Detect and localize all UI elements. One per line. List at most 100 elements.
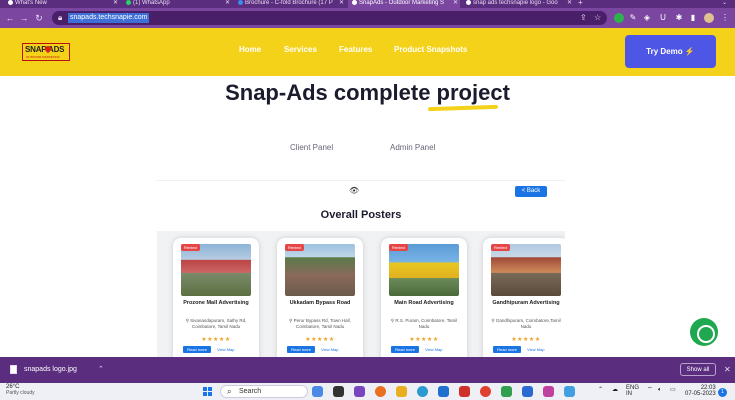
- tab-whats-new[interactable]: What's New ✕: [0, 0, 120, 8]
- windows-start-icon[interactable]: [203, 387, 213, 397]
- extension-icon[interactable]: U: [658, 13, 668, 23]
- tab-whatsapp[interactable]: (1) WhatsApp ✕: [122, 0, 232, 8]
- try-demo-button[interactable]: Try Demo ⚡: [625, 35, 716, 68]
- search-icon: ⌕: [227, 387, 232, 396]
- back-arrow-icon[interactable]: ←: [4, 12, 16, 24]
- file-explorer-icon[interactable]: [396, 386, 407, 397]
- taskbar-app-icon[interactable]: [522, 386, 533, 397]
- nav-product-snapshots[interactable]: Product Snapshots: [394, 45, 467, 54]
- star-rating: ★★★★★: [201, 337, 231, 343]
- page-title: Snap-Ads complete project: [225, 80, 510, 105]
- nav-features[interactable]: Features: [339, 45, 372, 54]
- rented-badge: Rented: [181, 244, 200, 251]
- poster-card[interactable]: Rented Main Road Advertising ⚲ R.S. Pura…: [381, 238, 467, 358]
- extensions-puzzle-icon[interactable]: ✱: [674, 13, 684, 23]
- poster-image: [491, 244, 561, 296]
- forward-arrow-icon[interactable]: →: [18, 12, 30, 24]
- show-all-button[interactable]: Show all: [680, 363, 716, 376]
- read-more-button[interactable]: Read more: [493, 346, 521, 353]
- read-more-button[interactable]: Read more: [287, 346, 315, 353]
- chrome-icon[interactable]: [480, 386, 491, 397]
- tab-search-icon[interactable]: ⌄: [722, 0, 732, 8]
- lock-icon[interactable]: 🔒︎: [58, 13, 62, 23]
- chevron-up-icon[interactable]: ⌃: [98, 365, 104, 373]
- address-bar[interactable]: 🔒︎ snapads.techsnapie.com ⇪ ☆: [52, 11, 607, 25]
- site-header: SNAP ADS OUTDOOR MARKETING Home Services…: [0, 28, 735, 76]
- poster-card[interactable]: Rented Ukkadam Bypass Road ⚲ Perur Bypas…: [277, 238, 363, 358]
- store-icon[interactable]: [438, 386, 449, 397]
- poster-image: [181, 244, 251, 296]
- overall-posters-heading: Overall Posters: [320, 209, 402, 221]
- share-icon[interactable]: ⇪: [580, 13, 587, 22]
- profile-avatar[interactable]: [704, 13, 714, 23]
- tab-close-icon[interactable]: ✕: [225, 0, 230, 6]
- extension-icon[interactable]: ✎: [628, 13, 638, 23]
- view-map-link[interactable]: View Map: [527, 346, 545, 353]
- language-indicator[interactable]: ENG IN: [626, 385, 639, 397]
- extension-icon[interactable]: [614, 13, 624, 23]
- nav-services[interactable]: Services: [284, 45, 317, 54]
- url-text[interactable]: snapads.techsnapie.com: [68, 13, 150, 23]
- taskbar-app-icon[interactable]: [312, 386, 323, 397]
- browser-menu-icon[interactable]: ⋮: [720, 13, 730, 23]
- edge-icon[interactable]: [417, 386, 428, 397]
- battery-icon[interactable]: ▭: [670, 387, 676, 393]
- close-icon[interactable]: ✕: [724, 365, 731, 374]
- taskbar-app-icon[interactable]: [501, 386, 512, 397]
- snapads-logo[interactable]: SNAP ADS OUTDOOR MARKETING: [22, 43, 70, 61]
- poster-image: [389, 244, 459, 296]
- poster-image: [285, 244, 355, 296]
- view-map-link[interactable]: View Map: [425, 346, 443, 353]
- clock[interactable]: 22:03 07-05-2023: [685, 385, 716, 397]
- windows-taskbar: 26°C Partly cloudy ⌕ Search ⌃ ☁︎ ENG IN …: [0, 383, 735, 400]
- wifi-icon[interactable]: ⌔: [647, 387, 653, 393]
- poster-card[interactable]: Rented Prozone Mall Advertising ⚲ Sivana…: [173, 238, 259, 358]
- bookmark-star-icon[interactable]: ☆: [594, 13, 601, 22]
- download-item[interactable]: snapads logo.jpg: [24, 366, 77, 373]
- reload-icon[interactable]: ↻: [33, 12, 45, 24]
- chevron-up-icon[interactable]: ⌃: [598, 387, 603, 393]
- back-button[interactable]: < Back: [515, 186, 547, 197]
- task-view-icon[interactable]: [333, 386, 344, 397]
- extension-icon[interactable]: ◈: [642, 13, 652, 23]
- tab-brochure[interactable]: Brochure - C-fold Brochure (17 P ✕: [234, 0, 346, 8]
- tab-client-panel[interactable]: Client Panel: [290, 143, 333, 152]
- google-icon: [466, 0, 471, 5]
- taskbar-app-icon[interactable]: [354, 386, 365, 397]
- tab-close-icon[interactable]: ✕: [567, 0, 572, 6]
- view-map-link[interactable]: View Map: [321, 346, 339, 353]
- tab-google-search[interactable]: snap ads techsnapie logo - Goo ✕: [462, 0, 574, 8]
- taskbar-app-icon[interactable]: [459, 386, 470, 397]
- firefox-icon[interactable]: [375, 386, 386, 397]
- volume-icon[interactable]: 🔈︎: [658, 387, 662, 393]
- location-pin-icon: ⚲: [185, 318, 189, 323]
- card-title: Ukkadam Bypass Road: [289, 300, 351, 306]
- taskbar-app-icon[interactable]: [564, 386, 575, 397]
- tab-close-icon[interactable]: ✕: [339, 0, 344, 6]
- read-more-button[interactable]: Read more: [391, 346, 419, 353]
- card-title: Prozone Mall Advertising: [183, 300, 249, 306]
- tab-snapads[interactable]: SnapAds - Outdoor Marketing S ✕: [348, 0, 460, 8]
- rented-badge: Rented: [389, 244, 408, 251]
- tab-admin-panel[interactable]: Admin Panel: [390, 143, 435, 152]
- tab-favicon-icon: [8, 0, 13, 5]
- cloud-icon[interactable]: ☁︎: [612, 387, 618, 393]
- read-more-button[interactable]: Read more: [183, 346, 211, 353]
- card-address: ⚲ Perur Bypass Rd, Town Hall, Coimbatore…: [289, 318, 351, 329]
- browser-tab-strip: What's New ✕ (1) WhatsApp ✕ Brochure - C-f…: [0, 0, 735, 8]
- poster-card[interactable]: Gandhipuram Advertising Rented ⚲ Gandhip…: [483, 238, 565, 358]
- taskbar-app-icon[interactable]: [543, 386, 554, 397]
- side-panel-icon[interactable]: ▮: [688, 13, 698, 23]
- weather-widget[interactable]: 26°C Partly cloudy: [6, 384, 35, 396]
- taskbar-search[interactable]: ⌕ Search: [220, 385, 308, 398]
- tab-close-icon[interactable]: ✕: [113, 0, 118, 6]
- nav-home[interactable]: Home: [239, 45, 261, 54]
- location-pin-icon: ⚲: [390, 318, 395, 323]
- notification-badge[interactable]: 1: [718, 388, 727, 397]
- tab-close-icon[interactable]: ✕: [453, 0, 458, 6]
- new-tab-button[interactable]: +: [578, 0, 590, 8]
- card-address: ⚲ R.S. Puram, Coimbatore, Tamil Nadu: [390, 318, 458, 329]
- view-map-link[interactable]: View Map: [217, 346, 235, 353]
- location-pin-icon: ⚲: [491, 318, 495, 323]
- chat-widget-button[interactable]: [690, 318, 718, 346]
